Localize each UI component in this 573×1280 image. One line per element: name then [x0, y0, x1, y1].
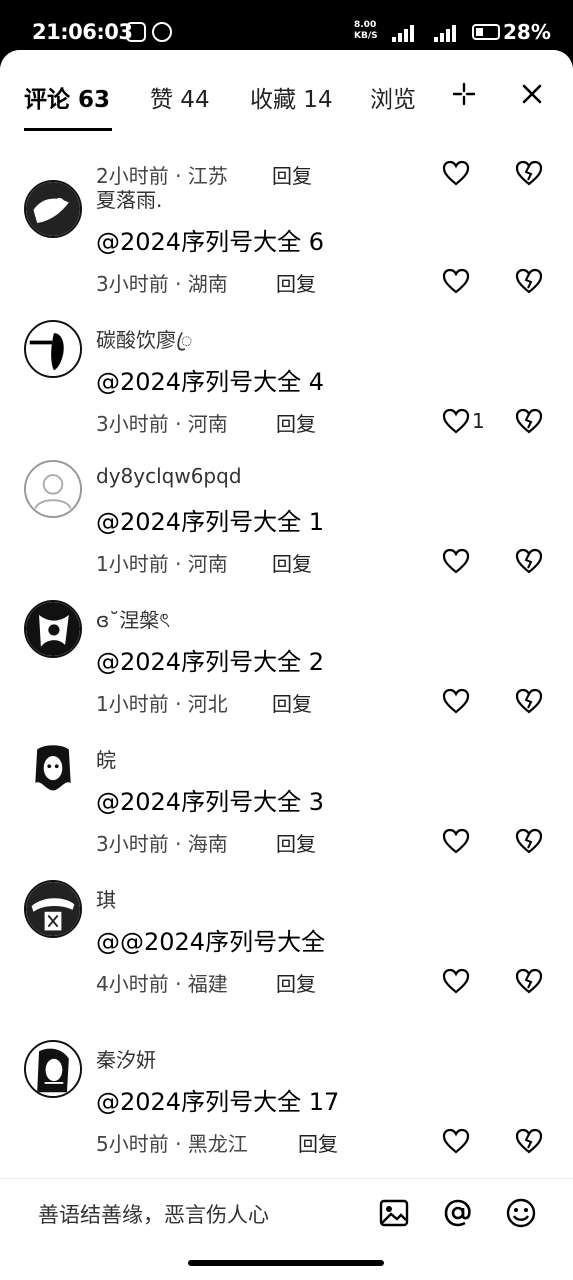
heart-icon	[442, 408, 470, 434]
tab-views[interactable]: 浏览	[370, 80, 416, 114]
tab-likes[interactable]: 赞 44	[150, 80, 210, 114]
like-button[interactable]	[442, 548, 472, 574]
broken-heart-icon[interactable]	[515, 407, 543, 435]
reply-button[interactable]: 回复	[276, 408, 316, 437]
comment-author[interactable]: 皖	[96, 744, 116, 773]
avatar[interactable]	[24, 1040, 82, 1098]
notification-app-icon	[126, 22, 146, 42]
signal-icon	[434, 22, 456, 42]
notification-app-icon	[152, 22, 172, 42]
avatar[interactable]	[24, 320, 82, 378]
reply-button[interactable]: 回复	[276, 968, 316, 997]
comment-text: @@2024序列号大全	[96, 928, 326, 956]
battery-level: 28%	[503, 20, 551, 44]
comment-item: 琪 @@2024序列号大全 4小时前 · 福建 回复	[0, 880, 573, 1020]
broken-heart-icon[interactable]	[515, 967, 543, 995]
comment-author[interactable]: 夏落雨.	[96, 184, 162, 213]
heart-icon	[442, 548, 470, 574]
like-button[interactable]: 1	[442, 408, 485, 434]
reply-button[interactable]: 回复	[272, 688, 312, 717]
emoji-icon[interactable]	[505, 1197, 537, 1229]
reply-button[interactable]: 回复	[272, 548, 312, 577]
comment-text: @2024序列号大全 2	[96, 648, 324, 676]
network-speed: 8.00 KB/S	[354, 20, 378, 41]
comment-text: @2024序列号大全 3	[96, 788, 324, 816]
at-icon[interactable]	[442, 1197, 474, 1229]
like-button[interactable]	[442, 688, 472, 714]
heart-icon	[442, 268, 470, 294]
comment-sheet: 评论 63 赞 44 收藏 14 浏览 2小时前 · 江苏 回复 夏落雨. @2…	[0, 50, 573, 1246]
comment-author[interactable]: 琪	[96, 884, 116, 913]
signal-icon	[392, 22, 414, 42]
like-count: 1	[472, 409, 485, 433]
like-button[interactable]	[442, 968, 472, 994]
image-icon[interactable]	[378, 1197, 410, 1229]
heart-icon	[442, 968, 470, 994]
heart-icon	[442, 1128, 470, 1154]
comment-author[interactable]: ɞ˘涅槃ৎ	[96, 604, 170, 639]
comment-meta: 1小时前 · 河南	[96, 552, 228, 576]
tab-bar: 评论 63 赞 44 收藏 14 浏览	[0, 50, 573, 136]
active-tab-indicator	[24, 128, 112, 131]
sparkle-icon[interactable]	[452, 82, 476, 106]
heart-icon	[442, 828, 470, 854]
comment-text: @2024序列号大全 17	[96, 1088, 340, 1116]
tab-favorites[interactable]: 收藏 14	[250, 80, 333, 114]
broken-heart-icon[interactable]	[515, 547, 543, 575]
comment-item: 皖 @2024序列号大全 3 3小时前 · 海南 回复	[0, 740, 573, 880]
comment-item: 碳酸饮廖ꦿ @2024序列号大全 4 3小时前 · 河南 回复 1	[0, 320, 573, 460]
reply-button[interactable]: 回复	[276, 828, 316, 857]
broken-heart-icon[interactable]	[515, 827, 543, 855]
comment-author[interactable]: dy8yclqw6pqd	[96, 464, 242, 488]
like-button[interactable]	[442, 1128, 472, 1154]
comment-meta: 5小时前 · 黑龙江	[96, 1132, 248, 1156]
comment-meta: 3小时前 · 湖南	[96, 272, 228, 296]
battery-icon	[472, 24, 500, 40]
comment-item: ɞ˘涅槃ৎ @2024序列号大全 2 1小时前 · 河北 回复	[0, 600, 573, 740]
heart-icon	[442, 688, 470, 714]
comment-input-bar: 善语结善缘，恶言伤人心	[0, 1178, 573, 1246]
comment-item: 夏落雨. @2024序列号大全 6 3小时前 · 湖南 回复	[0, 180, 573, 320]
comment-meta: 4小时前 · 福建	[96, 972, 228, 996]
comment-author[interactable]: 碳酸饮廖ꦿ	[96, 324, 193, 366]
comment-item: 秦汐妍 @2024序列号大全 17 5小时前 · 黑龙江 回复	[0, 1040, 573, 1180]
comment-meta: 3小时前 · 海南	[96, 832, 228, 856]
comment-meta: 3小时前 · 河南	[96, 412, 228, 436]
status-time: 21:06:03	[32, 20, 133, 44]
avatar[interactable]	[24, 740, 82, 798]
avatar[interactable]	[24, 460, 82, 518]
broken-heart-icon[interactable]	[515, 1127, 543, 1155]
comment-meta: 1小时前 · 河北	[96, 692, 228, 716]
reply-button[interactable]: 回复	[276, 268, 316, 297]
comment-text: @2024序列号大全 4	[96, 368, 324, 396]
tab-comments[interactable]: 评论 63	[24, 80, 110, 114]
comment-item: dy8yclqw6pqd @2024序列号大全 1 1小时前 · 河南 回复	[0, 460, 573, 600]
broken-heart-icon[interactable]	[515, 687, 543, 715]
avatar[interactable]	[24, 880, 82, 938]
close-icon[interactable]	[518, 80, 546, 108]
like-button[interactable]	[442, 268, 472, 294]
broken-heart-icon[interactable]	[515, 267, 543, 295]
avatar[interactable]	[24, 600, 82, 658]
avatar[interactable]	[24, 180, 82, 238]
like-button[interactable]	[442, 828, 472, 854]
comment-input[interactable]: 善语结善缘，恶言伤人心	[38, 1199, 269, 1229]
comment-author[interactable]: 秦汐妍	[96, 1044, 156, 1073]
reply-button[interactable]: 回复	[298, 1128, 338, 1157]
comment-text: @2024序列号大全 1	[96, 508, 324, 536]
comment-text: @2024序列号大全 6	[96, 228, 324, 256]
home-indicator[interactable]	[186, 1258, 386, 1268]
